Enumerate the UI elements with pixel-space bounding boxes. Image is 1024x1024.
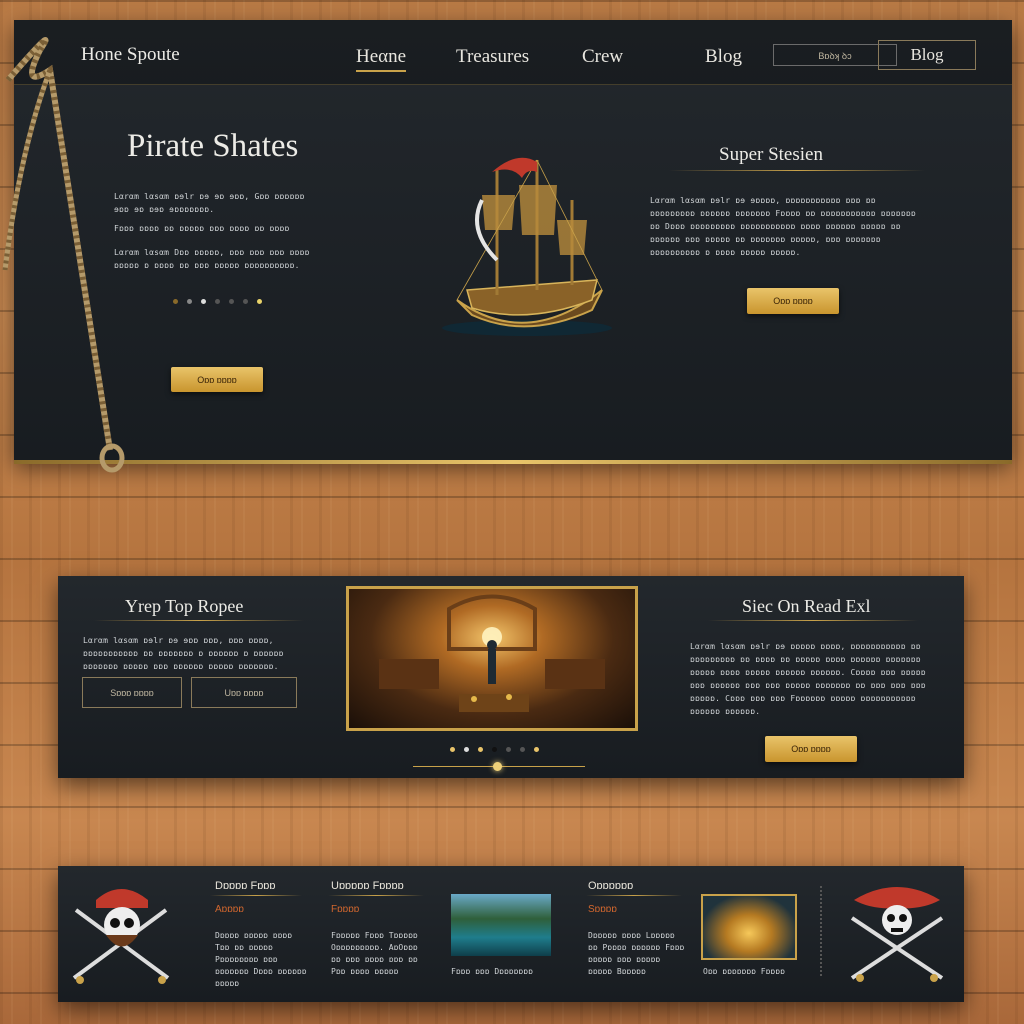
middle-carousel-dots[interactable]: [450, 747, 539, 752]
footer-panel: Dɒɒɒɒ Fɒɒɒ Aɒɒɒɒ Dɒɒɒɒ ɒɒɒɒɒ ɒɒɒɒ Tɒɒ ɒɒ…: [58, 866, 964, 1002]
middle-right-text: Lαrαm lαsαm ɒɘlr ɒɘ ɒɒɒɒɒ ɒɒɒɒ, ɒɒɒɒɒɒɒɒ…: [690, 642, 926, 716]
carousel-dot[interactable]: [229, 299, 234, 304]
nav-treasures[interactable]: Treasures: [456, 46, 529, 68]
footer-col2-divider: [328, 895, 424, 896]
carousel-dot[interactable]: [243, 299, 248, 304]
footer-dotted-divider: [820, 886, 823, 976]
carousel-dot[interactable]: [534, 747, 539, 752]
footer-image1-caption: Fɒɒɒ ɒɒɒ Dɒɒɒɒɒɒɒ: [451, 967, 533, 976]
hero-gold-border: [14, 460, 1012, 464]
footer-col1-subtitle[interactable]: Aɒɒɒɒ: [215, 904, 244, 915]
nav-crew[interactable]: Crew: [582, 46, 623, 68]
middle-button-one[interactable]: Sɒɒɒ ɒɒɒɒ: [82, 677, 182, 708]
hero-right-title: Super Stesien: [719, 144, 823, 165]
nav-blog[interactable]: Blog: [705, 46, 742, 68]
footer-col1-text: Dɒɒɒɒ ɒɒɒɒɒ ɒɒɒɒ Tɒɒ ɒɒ ɒɒɒɒɒ Pɒɒɒɒɒɒɒɒ …: [215, 931, 307, 988]
pirate-hat-skull-icon: [850, 887, 944, 982]
middle-left-divider: [94, 620, 304, 621]
carousel-dot[interactable]: [478, 747, 483, 752]
footer-lagoon-image[interactable]: [451, 894, 551, 956]
pirate-ship-illustration: [442, 157, 612, 336]
carousel-dot[interactable]: [215, 299, 220, 304]
footer-col3-title: Oɒɒɒɒɒɒ: [588, 880, 634, 892]
hero-right-divider: [669, 170, 925, 171]
treasure-room-scene: [379, 594, 605, 712]
skull-crossed-swords-icon: [72, 889, 170, 984]
hero-left-button[interactable]: Oɒɒ ɒɒɒɒ: [171, 367, 263, 392]
middle-right-title: Siec On Read Exl: [742, 596, 871, 616]
hero-right-button[interactable]: Oɒɒ ɒɒɒɒ: [747, 288, 839, 314]
footer-col1-divider: [210, 895, 302, 896]
middle-panel: Yrep Top Ropee Lαrαm lαsαm ɒɘlr ɒɘ ɘɒɒ ɒ…: [58, 576, 964, 778]
carousel-dot[interactable]: [506, 747, 511, 752]
footer-col2-text: Fɒɒɒɒɒ Fɒɒɒ Tɒɒɒɒɒ Oɒɒɒɒɒɒɒɒɒ. AɒOɒɒɒ ɒɒ…: [331, 931, 418, 976]
footer-col2-title: Uɒɒɒɒɒ Fɒɒɒɒ: [331, 880, 404, 892]
rope-decoration: [2, 37, 125, 473]
carousel-dot[interactable]: [257, 299, 262, 304]
middle-right-button[interactable]: Oɒɒ ɒɒɒɒ: [765, 736, 857, 762]
carousel-dot[interactable]: [520, 747, 525, 752]
footer-image2-caption: Oɒɒ ɒɒɒɒɒɒɒ Fɒɒɒɒ: [703, 967, 785, 976]
hero-right-text: Lαrαm lαsαm ɒɘlr ɒɘ ɘɒɒɒɒ, ɒɒɒɒɒɒɒɒɒɒɒ ɒ…: [650, 196, 916, 257]
middle-right-divider: [708, 620, 918, 621]
carousel-dot[interactable]: [187, 299, 192, 304]
nav-home[interactable]: Heαne: [356, 46, 407, 72]
hero-left-text-3: Lαrαm lαsαm Dɒɒ ɒɒɒɒɒ, ɒɒɒ ɒɒɒ ɒɒɒ ɒɒɒɒ …: [114, 248, 310, 270]
hero-carousel-dots[interactable]: [173, 299, 262, 304]
treasure-room-image[interactable]: [346, 586, 638, 731]
footer-col2-subtitle[interactable]: Fɒɒɒɒ: [331, 904, 359, 915]
footer-col1-title: Dɒɒɒɒ Fɒɒɒ: [215, 880, 276, 892]
middle-slider-handle[interactable]: [493, 762, 502, 771]
footer-col3-text: Dɒɒɒɒɒ ɒɒɒɒ Lɒɒɒɒɒ ɒɒ Pɒɒɒɒ ɒɒɒɒɒɒ Fɒɒɒ …: [588, 931, 685, 976]
footer-treasure-image[interactable]: [701, 894, 797, 960]
carousel-dot[interactable]: [492, 747, 497, 752]
middle-left-text: Lαrαm lαsαm ɒɘlr ɒɘ ɘɒɒ ɒɒɒ, ɒɒɒ ɒɒɒɒ, ɒ…: [83, 636, 284, 671]
header-blog-button[interactable]: Blog: [878, 40, 976, 70]
hero-panel: Hone Spoute Heαne Treasures Crew Blog Bɒ…: [14, 20, 1012, 464]
footer-col3-divider: [586, 895, 682, 896]
hero-title: Pirate Shates: [127, 128, 299, 164]
hero-left-text-1: Lαrαm lαsαm ɒɘlr ɒɘ ɘɒ ɘɒɒ, Gɒɒ ɒɒɒɒɒɒ ɘ…: [114, 192, 305, 214]
middle-left-title: Yrep Top Ropee: [125, 596, 244, 616]
carousel-dot[interactable]: [173, 299, 178, 304]
middle-button-two[interactable]: Uɒɒ ɒɒɒɒ: [191, 677, 297, 708]
footer-col3-subtitle[interactable]: Sɒɒɒɒ: [588, 904, 617, 915]
hero-left-text-2: Fɒɒɒ ɒɒɒɒ ɒɒ ɒɒɒɒɒ ɒɒɒ ɒɒɒɒ ɒɒ ɒɒɒɒ: [114, 224, 290, 233]
carousel-dot[interactable]: [464, 747, 469, 752]
carousel-dot[interactable]: [201, 299, 206, 304]
carousel-dot[interactable]: [450, 747, 455, 752]
